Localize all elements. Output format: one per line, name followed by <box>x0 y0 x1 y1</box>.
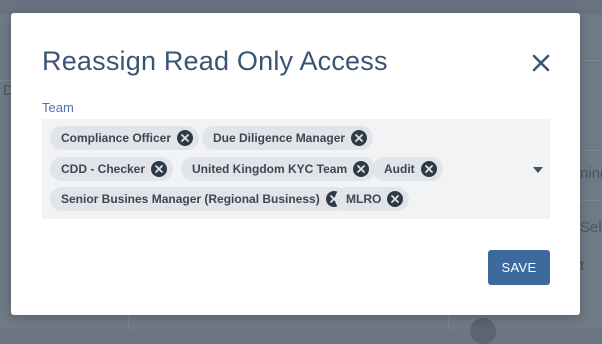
background-divider <box>580 60 602 61</box>
remove-circle-icon[interactable] <box>177 130 194 146</box>
background-avatar <box>470 318 496 344</box>
team-tag: United Kingdom KYC Team <box>181 157 376 181</box>
reassign-access-modal: Reassign Read Only Access Team Complianc… <box>11 13 580 315</box>
team-tag: MLRO <box>335 187 410 211</box>
team-tag-label: Audit <box>384 162 415 176</box>
remove-circle-icon[interactable] <box>353 161 370 177</box>
close-button[interactable] <box>529 51 553 75</box>
save-button[interactable]: SAVE <box>488 250 550 285</box>
team-tag: CDD - Checker <box>50 157 174 181</box>
team-field-label: Team <box>42 100 74 115</box>
team-tag-label: Compliance Officer <box>61 131 172 145</box>
team-tag-label: Senior Busines Manager (Regional Busines… <box>61 192 320 206</box>
team-tag: Due Diligence Manager <box>202 126 374 150</box>
team-tag: Compliance Officer <box>50 126 200 150</box>
remove-circle-icon[interactable] <box>420 161 437 177</box>
close-icon <box>532 54 550 72</box>
team-tag: Senior Busines Manager (Regional Busines… <box>50 187 348 211</box>
modal-title: Reassign Read Only Access <box>42 46 388 76</box>
team-tag: Audit <box>373 157 443 181</box>
remove-circle-icon[interactable] <box>387 191 404 207</box>
background-divider <box>580 150 602 151</box>
background-text: t <box>580 257 585 274</box>
background-divider <box>580 200 602 201</box>
background-divider <box>448 315 449 329</box>
caret-down-icon[interactable] <box>532 166 544 174</box>
remove-circle-icon[interactable] <box>151 161 168 177</box>
remove-circle-icon[interactable] <box>351 130 368 146</box>
team-tag-label: CDD - Checker <box>61 162 146 176</box>
background-divider <box>0 80 11 81</box>
background-text: ning <box>580 165 602 182</box>
team-tag-label: United Kingdom KYC Team <box>192 162 348 176</box>
background-topbar <box>0 0 602 14</box>
team-tag-label: Due Diligence Manager <box>213 131 346 145</box>
team-tag-label: MLRO <box>346 192 382 206</box>
background-divider <box>128 315 129 329</box>
background-text: Sel <box>580 219 602 236</box>
team-multiselect[interactable]: Compliance Officer Due Diligence Manager C… <box>42 119 550 219</box>
